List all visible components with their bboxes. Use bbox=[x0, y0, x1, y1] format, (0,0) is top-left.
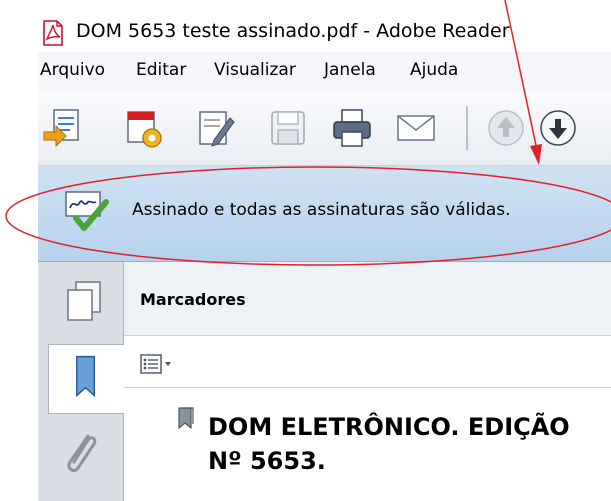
pdf-file-icon bbox=[43, 20, 63, 46]
menu-editar[interactable]: Editar bbox=[136, 60, 186, 80]
email-icon[interactable] bbox=[394, 106, 438, 150]
window-title: DOM 5653 teste assinado.pdf - Adobe Read… bbox=[76, 20, 510, 42]
bookmark-options-icon[interactable] bbox=[140, 354, 174, 374]
menu-bar: Arquivo Editar Visualizar Janela Ajuda bbox=[38, 52, 611, 92]
print-icon[interactable] bbox=[330, 106, 374, 150]
bookmarks-panel-header: Marcadores bbox=[124, 262, 611, 336]
signature-status-bar: Assinado e todas as assinaturas são váli… bbox=[38, 166, 611, 262]
prev-page-icon[interactable] bbox=[484, 106, 528, 150]
signature-valid-icon bbox=[65, 191, 109, 231]
bookmarks-title: Marcadores bbox=[140, 290, 246, 309]
title-bar: DOM 5653 teste assinado.pdf - Adobe Read… bbox=[38, 12, 611, 52]
menu-arquivo[interactable]: Arquivo bbox=[40, 60, 105, 80]
menu-janela[interactable]: Janela bbox=[324, 60, 376, 80]
save-icon[interactable] bbox=[266, 106, 310, 150]
signature-status-message: Assinado e todas as assinaturas são váli… bbox=[132, 200, 511, 220]
bookmarks-icon[interactable] bbox=[48, 344, 125, 414]
bookmarks-tree: DOM ELETRÔNICO. EDIÇÃO Nº 5653. bbox=[124, 388, 611, 501]
pages-icon[interactable] bbox=[48, 268, 114, 338]
navigation-panel bbox=[38, 262, 125, 501]
menu-visualizar[interactable]: Visualizar bbox=[214, 60, 296, 80]
create-pdf-icon[interactable] bbox=[40, 106, 84, 150]
edit-icon[interactable] bbox=[194, 106, 238, 150]
bookmark-item-label[interactable]: DOM ELETRÔNICO. EDIÇÃO Nº 5653. bbox=[208, 410, 608, 478]
toolbar-separator bbox=[466, 106, 468, 150]
main-toolbar bbox=[38, 92, 611, 166]
bookmark-item-icon bbox=[178, 407, 194, 430]
settings-pdf-icon[interactable] bbox=[122, 106, 166, 150]
menu-ajuda[interactable]: Ajuda bbox=[410, 60, 458, 80]
next-page-icon[interactable] bbox=[536, 106, 580, 150]
attachments-icon[interactable] bbox=[48, 422, 114, 492]
bookmarks-toolbar bbox=[124, 336, 611, 388]
